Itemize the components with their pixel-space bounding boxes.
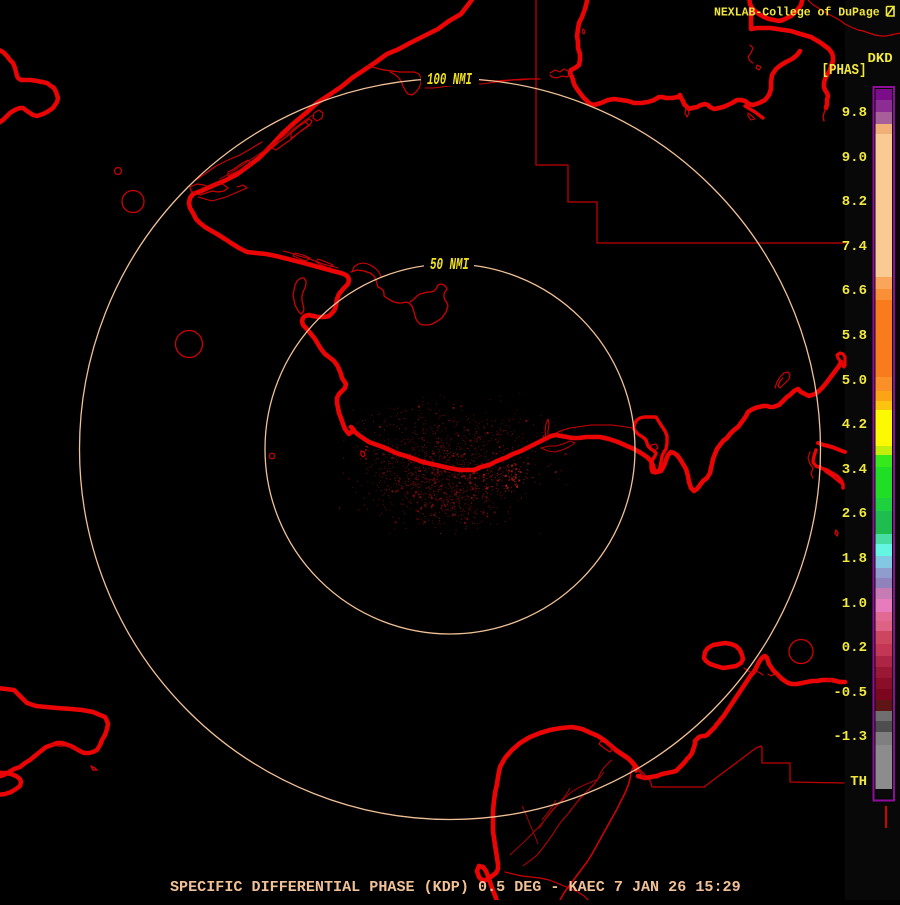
svg-text:8.2: 8.2 — [842, 194, 867, 210]
svg-text:-0.5: -0.5 — [833, 685, 867, 701]
svg-text:100 NMI: 100 NMI — [427, 70, 472, 89]
svg-text:0.2: 0.2 — [842, 640, 867, 656]
svg-text:9.0: 9.0 — [842, 150, 867, 166]
svg-text:5.0: 5.0 — [842, 373, 867, 389]
svg-text:2.6: 2.6 — [842, 506, 867, 522]
svg-text:SPECIFIC DIFFERENTIAL PHASE (K: SPECIFIC DIFFERENTIAL PHASE (KDP) 0.5 DE… — [170, 878, 741, 896]
svg-text:50 NMI: 50 NMI — [430, 255, 469, 274]
svg-text:DKD: DKD — [868, 51, 893, 67]
svg-text:3.4: 3.4 — [842, 462, 867, 478]
svg-text:7.4: 7.4 — [842, 239, 867, 255]
svg-text:-1.3: -1.3 — [833, 729, 867, 745]
svg-text:TH: TH — [850, 774, 867, 790]
svg-text:6.6: 6.6 — [842, 283, 867, 299]
svg-text:[PHAS]: [PHAS] — [822, 62, 867, 79]
svg-text:5.8: 5.8 — [842, 328, 867, 344]
svg-text:9.8: 9.8 — [842, 105, 867, 121]
svg-text:4.2: 4.2 — [842, 417, 867, 433]
svg-text:1.8: 1.8 — [842, 551, 867, 567]
svg-text:1.0: 1.0 — [842, 596, 867, 612]
svg-text:NEXLAB-College of DuPage: NEXLAB-College of DuPage — [714, 7, 880, 20]
